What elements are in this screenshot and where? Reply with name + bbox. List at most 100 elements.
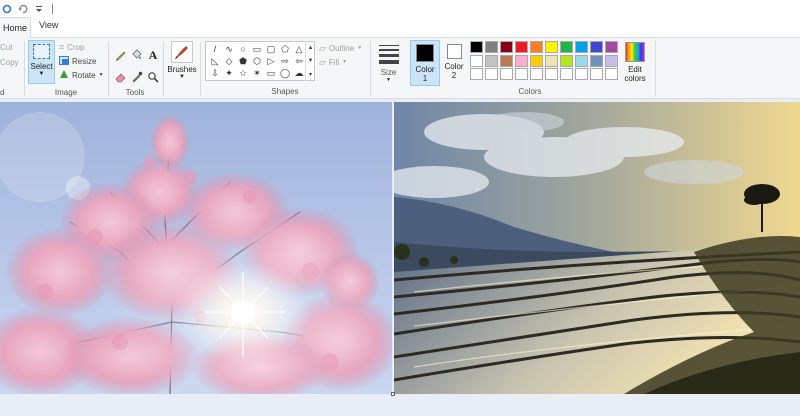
right-arrow-shape-icon[interactable]: ▷ — [264, 55, 278, 67]
palette-swatch[interactable] — [575, 68, 588, 80]
shapes-group-label: Shapes — [271, 87, 299, 96]
rectangle-shape-icon[interactable]: ▭ — [250, 43, 264, 55]
pentagon-shape-icon[interactable]: ⬟ — [236, 55, 250, 67]
palette-swatch[interactable] — [515, 68, 528, 80]
magnifier-icon[interactable] — [145, 66, 161, 88]
chevron-up-icon[interactable]: ▲ — [308, 45, 314, 51]
down-arrow-shape-icon[interactable]: ⇩ — [208, 67, 222, 79]
divider — [163, 41, 164, 96]
tools-group-label: Tools — [125, 88, 145, 97]
brushes-label: Brushes — [167, 65, 197, 74]
eraser-icon[interactable] — [113, 66, 129, 88]
triangle-shape-icon[interactable]: △ — [292, 43, 306, 55]
quick-access-toolbar — [2, 0, 53, 17]
six-point-star-shape-icon[interactable]: ✶ — [250, 67, 264, 79]
four-point-star-shape-icon[interactable]: ✦ — [222, 67, 236, 79]
size-label: Size — [380, 68, 397, 77]
brush-icon — [171, 41, 193, 63]
oval-shape-icon[interactable]: ○ — [236, 43, 250, 55]
palette-swatch[interactable] — [485, 54, 498, 67]
palette-swatch[interactable] — [605, 41, 618, 53]
tab-view[interactable]: View — [39, 20, 58, 30]
palette-swatch[interactable] — [605, 54, 618, 67]
pencil-icon[interactable] — [113, 44, 129, 66]
color-2-swatch — [446, 44, 462, 59]
chevron-down-icon: ▼ — [357, 45, 363, 51]
palette-swatch[interactable] — [485, 41, 498, 53]
chevron-down-icon: ▼ — [179, 74, 185, 80]
right-triangle-shape-icon[interactable]: ◺ — [208, 55, 222, 67]
tools-grid: A — [113, 44, 161, 88]
color-2-label: Color 2 — [444, 62, 464, 80]
color-2-button[interactable]: Color 2 — [441, 40, 467, 86]
brushes-button[interactable]: Brushes ▼ — [167, 40, 197, 84]
edit-colors-icon — [625, 42, 645, 62]
rounded-rectangle-shape-icon[interactable]: ▢ — [264, 43, 278, 55]
resize-handle[interactable] — [391, 392, 395, 396]
edit-colors-button[interactable]: Edit colors — [620, 40, 650, 86]
palette-swatch[interactable] — [530, 54, 543, 67]
palette-swatch[interactable] — [560, 54, 573, 67]
palette-swatch[interactable] — [575, 41, 588, 53]
palette-swatch[interactable] — [515, 41, 528, 53]
palette-swatch[interactable] — [560, 68, 573, 80]
callout-rect-shape-icon[interactable]: ▭ — [264, 67, 278, 79]
palette-swatch[interactable] — [560, 41, 573, 53]
palette-swatch[interactable] — [605, 68, 618, 80]
palette-swatch[interactable] — [590, 54, 603, 67]
outline-button[interactable]: ▱ Outline ▼ — [319, 41, 362, 55]
shape-options: ▱ Outline ▼ ▱ Fill ▼ — [319, 41, 362, 69]
chevron-down-icon: ▼ — [386, 77, 391, 83]
tab-home[interactable]: Home — [0, 17, 31, 38]
rice-terraces-sunset-photo — [394, 102, 800, 394]
edit-colors-label: Edit colors — [624, 65, 646, 83]
callout-oval-shape-icon[interactable]: ◯ — [278, 67, 292, 79]
palette-swatch[interactable] — [545, 41, 558, 53]
customize-dropdown-icon[interactable] — [34, 4, 44, 14]
divider — [655, 41, 656, 96]
palette-swatch[interactable] — [470, 54, 483, 67]
palette-swatch[interactable] — [515, 54, 528, 67]
palette-swatch[interactable] — [500, 68, 513, 80]
fill-button[interactable]: ▱ Fill ▼ — [319, 55, 362, 69]
left-arrow-shape-icon[interactable]: ⇦ — [292, 55, 306, 67]
polygon-shape-icon[interactable]: ⬠ — [278, 43, 292, 55]
color-picker-icon[interactable] — [129, 66, 145, 88]
shapes-scrollbar[interactable]: ▲ ▼ ▾ — [305, 41, 315, 81]
palette-swatch[interactable] — [470, 41, 483, 53]
size-button[interactable]: Size ▼ — [375, 41, 402, 85]
palette-swatch[interactable] — [590, 68, 603, 80]
paint-window: Home View Cut Copy d Select ▼ ⌗ Crop Res… — [0, 0, 800, 416]
palette-swatch[interactable] — [485, 68, 498, 80]
fill-icon[interactable] — [129, 44, 145, 66]
palette-swatch[interactable] — [545, 54, 558, 67]
line-shape-icon[interactable]: / — [208, 43, 222, 55]
block-right-arrow-shape-icon[interactable]: ⇨ — [278, 55, 292, 67]
palette-swatch[interactable] — [530, 68, 543, 80]
title-bar — [0, 0, 800, 17]
five-point-star-shape-icon[interactable]: ☆ — [236, 67, 250, 79]
callout-cloud-shape-icon[interactable]: ☁ — [292, 67, 306, 79]
color-1-label: Color 1 — [415, 65, 435, 83]
palette-swatch[interactable] — [575, 54, 588, 67]
palette-swatch[interactable] — [500, 54, 513, 67]
curve-shape-icon[interactable]: ∿ — [222, 43, 236, 55]
hexagon-shape-icon[interactable]: ⬡ — [250, 55, 264, 67]
undo-icon[interactable] — [18, 4, 28, 14]
redo-icon[interactable] — [2, 4, 12, 14]
palette-swatch[interactable] — [545, 68, 558, 80]
shapes-gallery: / ∿ ○ ▭ ▢ ⬠ △ ◺ ◇ ⬟ ⬡ ▷ ⇨ ⇦ ⇩ ✦ ☆ ✶ ▭ ◯ … — [205, 41, 315, 81]
color-1-swatch — [416, 44, 434, 62]
palette-swatch[interactable] — [470, 68, 483, 80]
palette-swatch[interactable] — [530, 41, 543, 53]
palette-swatch[interactable] — [590, 41, 603, 53]
title-separator — [52, 3, 53, 14]
canvas-area[interactable] — [0, 100, 800, 416]
color-1-button[interactable]: Color 1 — [410, 40, 440, 86]
color-palette — [469, 40, 619, 81]
palette-swatch[interactable] — [500, 41, 513, 53]
diamond-shape-icon[interactable]: ◇ — [222, 55, 236, 67]
more-icon[interactable]: ▾ — [309, 71, 312, 78]
chevron-down-icon[interactable]: ▼ — [308, 58, 314, 64]
text-icon[interactable]: A — [145, 44, 161, 66]
